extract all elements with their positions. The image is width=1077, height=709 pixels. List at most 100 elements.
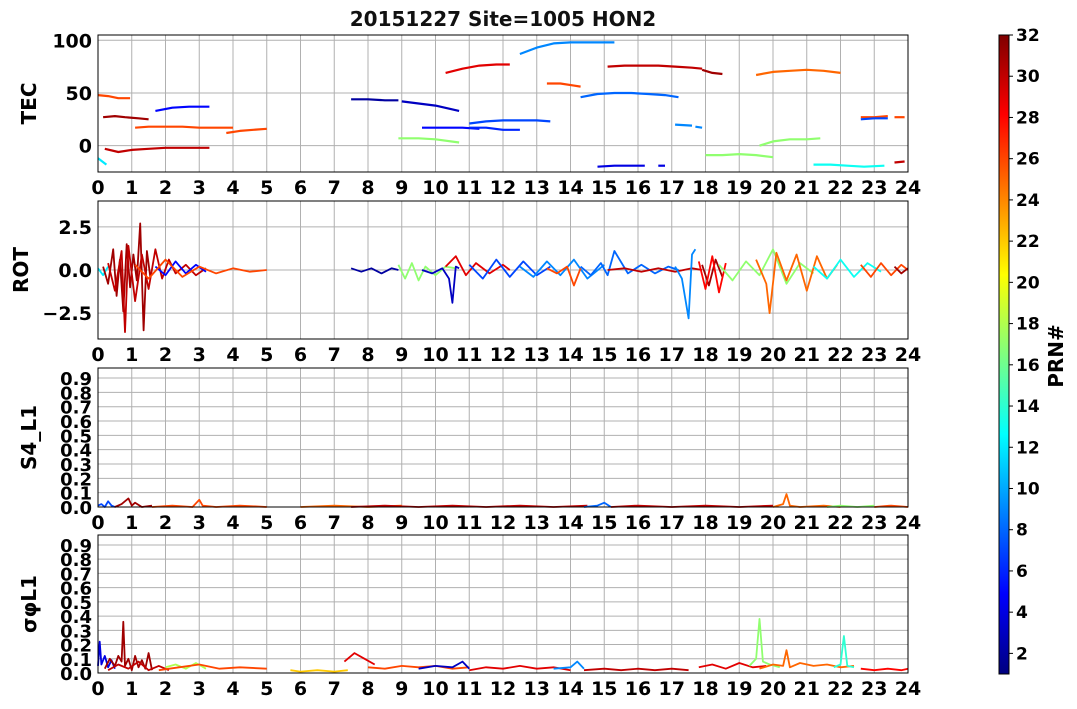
x-tick-label: 9 — [395, 177, 408, 199]
x-tick-label: 2 — [159, 678, 172, 700]
x-tick-label: 20 — [760, 678, 786, 700]
x-tick-label: 10 — [422, 512, 448, 534]
colorbar-label: PRN# — [1044, 324, 1068, 388]
x-tick-label: 18 — [692, 177, 718, 199]
colorbar: 2468101214161820222426283032 PRN# — [998, 26, 1068, 675]
x-tick-label: 20 — [760, 177, 786, 199]
series-line-prn-2 — [351, 98, 399, 102]
x-tick-label: 21 — [794, 344, 820, 366]
x-tick-label: 21 — [794, 678, 820, 700]
x-tick-label: 4 — [226, 344, 239, 366]
series-line-prn-7 — [860, 117, 888, 121]
x-tick-label: 5 — [260, 344, 273, 366]
colorbar-tick-label: 10 — [1016, 479, 1040, 499]
x-tick-label: 19 — [726, 344, 752, 366]
x-tick-label: 7 — [328, 344, 341, 366]
panels: 0 1 2 3 4 5 6 7 8 9 10 11 12 13 14 15 16 17 18 19 20 21 22 23 24… — [9, 30, 921, 700]
colorbar-tick-label: 28 — [1016, 108, 1040, 128]
x-tick-label: 0 — [91, 678, 104, 700]
x-tick-label: 3 — [193, 177, 206, 199]
x-tick-label: 9 — [395, 678, 408, 700]
x-tick-label: 5 — [260, 678, 273, 700]
x-tick-label: 7 — [328, 678, 341, 700]
x-tick-label: 0 — [91, 344, 104, 366]
x-tick-label: 4 — [226, 678, 239, 700]
x-tick-label: 17 — [659, 512, 685, 534]
x-tick-label: 10 — [422, 177, 448, 199]
colorbar-tick-label: 18 — [1016, 315, 1040, 335]
x-tick-label: 22 — [827, 512, 853, 534]
y-tick-label: 100 — [52, 30, 92, 52]
x-tick-label: 0 — [91, 177, 104, 199]
colorbar-tick-label: 22 — [1016, 232, 1040, 252]
x-tick-label: 4 — [226, 177, 239, 199]
x-tick-label: 24 — [895, 512, 921, 534]
colorbar-tick-label: 2 — [1016, 644, 1028, 664]
x-tick-label: 13 — [524, 344, 550, 366]
x-tick-label: 23 — [861, 177, 887, 199]
x-tick-label: 17 — [659, 678, 685, 700]
series-line-prn-26 — [860, 115, 888, 119]
x-tick-label: 18 — [692, 344, 718, 366]
x-tick-label: 17 — [659, 177, 685, 199]
x-tick-label: 12 — [490, 177, 516, 199]
colorbar-tick-label: 20 — [1016, 273, 1040, 293]
x-tick-label: 9 — [395, 512, 408, 534]
x-tick-label: 3 — [193, 678, 206, 700]
x-tick-label: 24 — [895, 177, 921, 199]
x-tick-label: 23 — [861, 678, 887, 700]
x-tick-label: 1 — [125, 678, 138, 700]
y-axis-label: S4_L1 — [17, 405, 41, 470]
colorbar-tick-label: 16 — [1016, 356, 1040, 376]
series-line-prn-9 — [695, 125, 703, 129]
colorbar-tick-label: 26 — [1016, 150, 1040, 170]
x-tick-label: 8 — [361, 344, 374, 366]
x-tick-label: 10 — [422, 678, 448, 700]
x-tick-label: 3 — [193, 512, 206, 534]
x-tick-label: 16 — [625, 344, 651, 366]
x-tick-label: 9 — [395, 344, 408, 366]
x-tick-label: 12 — [490, 344, 516, 366]
y-tick-label: 50 — [66, 83, 92, 105]
x-tick-label: 15 — [591, 177, 617, 199]
x-tick-label: 19 — [726, 678, 752, 700]
x-tick-label: 11 — [456, 512, 482, 534]
x-tick-label: 4 — [226, 512, 239, 534]
panel-2: 0 1 2 3 4 5 6 7 8 9 10 11 12 13 14 15 16 17 18 19 20 21 22 23 24… — [9, 200, 921, 366]
x-tick-label: 11 — [456, 344, 482, 366]
x-tick-label: 13 — [524, 177, 550, 199]
panel-1: 0 1 2 3 4 5 6 7 8 9 10 11 12 13 14 15 16 17 18 19 20 21 22 23 24… — [17, 30, 921, 199]
x-tick-label: 6 — [294, 177, 307, 199]
x-tick-label: 14 — [557, 512, 583, 534]
x-tick-label: 8 — [361, 177, 374, 199]
x-tick-label: 21 — [794, 512, 820, 534]
chart-title: 20151227 Site=1005 HON2 — [350, 7, 656, 31]
x-tick-label: 24 — [895, 678, 921, 700]
y-axis-label: TEC — [17, 83, 41, 125]
y-tick-label: 0.0 — [58, 260, 92, 282]
x-tick-label: 8 — [361, 512, 374, 534]
series-line-prn-4 — [597, 164, 645, 168]
x-tick-label: 2 — [159, 177, 172, 199]
x-tick-label: 15 — [591, 512, 617, 534]
x-tick-label: 1 — [125, 177, 138, 199]
colorbar-tick-label: 30 — [1016, 67, 1040, 87]
x-tick-label: 24 — [895, 344, 921, 366]
y-axis-label: σφL1 — [17, 575, 41, 633]
x-tick-label: 16 — [625, 512, 651, 534]
x-tick-label: 15 — [591, 344, 617, 366]
series-line-prn-30 — [894, 160, 905, 164]
x-tick-label: 19 — [726, 512, 752, 534]
x-tick-label: 8 — [361, 678, 374, 700]
colorbar-tick-label: 32 — [1016, 26, 1040, 46]
panel-4: 0 1 2 3 4 5 6 7 8 9 10 11 12 13 14 15 16 17 18 19 20 21 22 23 24… — [17, 534, 921, 700]
colorbar-tick-label: 14 — [1016, 397, 1040, 417]
x-tick-label: 22 — [827, 678, 853, 700]
x-tick-label: 18 — [692, 512, 718, 534]
colorbar-tick-label: 8 — [1016, 521, 1028, 541]
colorbar-tick-label: 24 — [1016, 191, 1040, 211]
x-tick-label: 20 — [760, 512, 786, 534]
x-tick-label: 14 — [557, 177, 583, 199]
x-tick-label: 15 — [591, 678, 617, 700]
x-tick-label: 2 — [159, 344, 172, 366]
